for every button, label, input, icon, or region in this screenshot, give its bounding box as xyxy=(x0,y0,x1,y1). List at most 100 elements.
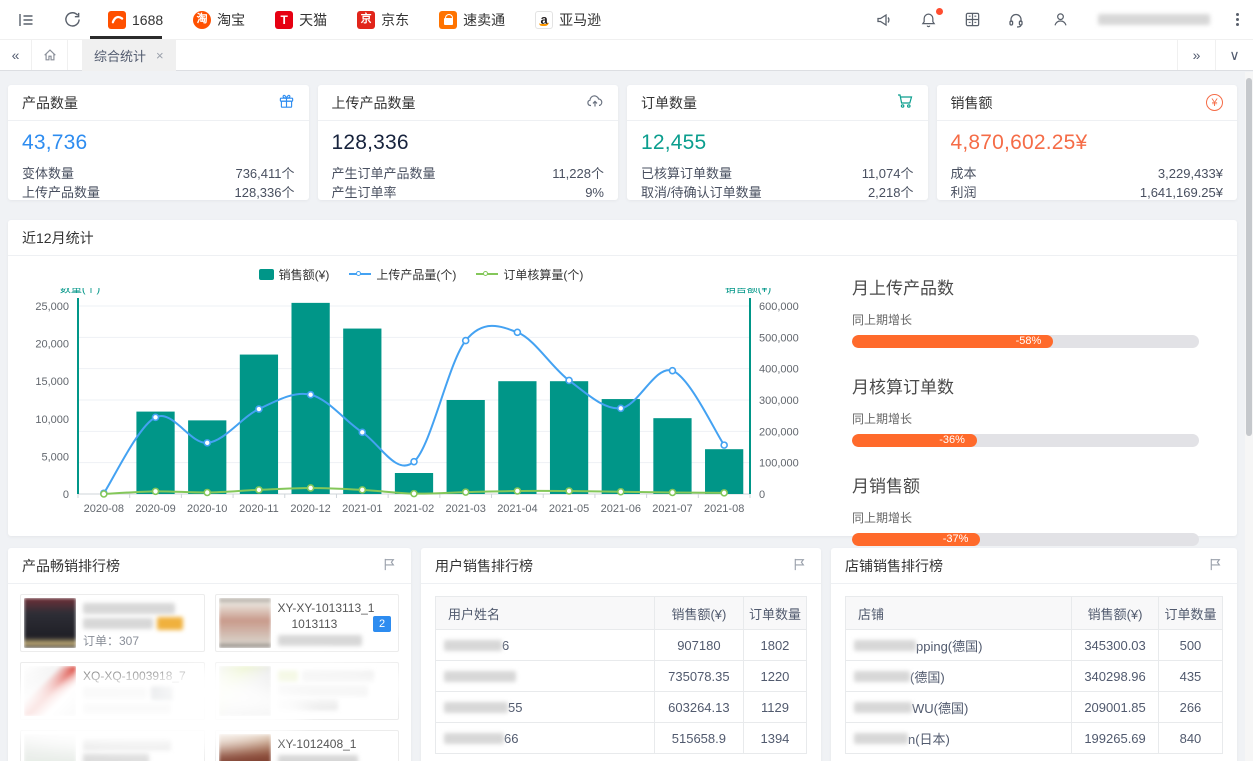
sales-value: 199265.69 xyxy=(1072,723,1159,754)
redacted-text xyxy=(83,603,175,614)
legend-item-2[interactable]: 订单核算量(个) xyxy=(476,266,583,283)
legend-item-1[interactable]: 上传产品量(个) xyxy=(349,266,456,283)
shop-rank-panel: 店铺销售排行榜 店铺 销售额(¥) 订单数量 pping(德国) 345300.… xyxy=(831,548,1237,761)
user-rank-table: 用户姓名 销售额(¥) 订单数量 6 907180 1802 735078.35… xyxy=(435,596,807,754)
product-image xyxy=(219,598,271,648)
dashboard-content: 产品数量 43,736 变体数量736,411个 上传产品数量128,336个 … xyxy=(0,72,1245,761)
legend-item-0[interactable]: 销售额(¥) xyxy=(259,266,330,283)
stat-row-value: 11,228个 xyxy=(552,164,604,183)
marketplace-tab-amazon[interactable]: a 亚马逊 xyxy=(535,0,601,40)
page-scrollbar-track[interactable] xyxy=(1245,72,1253,761)
tabs-dropdown-icon[interactable]: ∨ xyxy=(1215,40,1253,70)
tab-close-icon[interactable]: × xyxy=(156,48,164,63)
progress-fill: -37% xyxy=(852,533,980,546)
stat-row-value: 2,218个 xyxy=(868,183,914,202)
stat-row-label: 产生订单产品数量 xyxy=(332,164,436,183)
orders-value: 1129 xyxy=(743,692,806,723)
stat-card-products: 产品数量 43,736 变体数量736,411个 上传产品数量128,336个 xyxy=(8,85,309,200)
svg-text:2020-10: 2020-10 xyxy=(187,503,227,515)
flag-icon[interactable] xyxy=(1208,557,1223,575)
marketplace-label: 速卖通 xyxy=(463,10,505,30)
marketplace-tab-aliexpress[interactable]: 速卖通 xyxy=(439,0,505,40)
taobao-icon: 淘 xyxy=(193,11,211,29)
redacted-text xyxy=(83,739,171,750)
shop-name-suffix: (德国) xyxy=(910,667,945,686)
flag-icon[interactable] xyxy=(382,557,397,575)
chart-legend: 销售额(¥) 上传产品量(个) 订单核算量(个) xyxy=(12,260,830,288)
flag-icon[interactable] xyxy=(792,557,807,575)
monthly-stats-panel: 近12月统计 销售额(¥)上传产品量(个)订单核算量(个) 05,00010,0… xyxy=(8,220,1237,536)
product-order-count: 订单：307 xyxy=(83,633,198,649)
amazon-icon: a xyxy=(535,11,553,29)
page-tab-bar: « 综合统计 × » ∨ xyxy=(0,40,1253,71)
shop-name-suffix: n(日本) xyxy=(908,729,950,748)
redacted-name xyxy=(854,671,910,682)
table-row: 6 907180 1802 xyxy=(436,630,807,661)
product-card[interactable] xyxy=(215,662,400,720)
sidebar-collapse-icon[interactable] xyxy=(16,10,36,30)
product-count-badge: 2 xyxy=(373,616,391,632)
tab-comprehensive-statistics[interactable]: 综合统计 × xyxy=(82,40,176,71)
stat-card-title: 订单数量 xyxy=(641,93,697,113)
notifications-bell-icon[interactable] xyxy=(918,10,938,30)
growth-sub-label: 同上期增长 xyxy=(852,410,1199,427)
orders-value: 500 xyxy=(1158,630,1222,661)
panel-title: 产品畅销排行榜 xyxy=(22,556,120,576)
growth-sub-label: 同上期增长 xyxy=(852,509,1199,526)
product-image xyxy=(24,666,76,716)
marketplace-tab-jd[interactable]: 京 京东 xyxy=(357,0,409,40)
table-row: 66 515658.9 1394 xyxy=(436,723,807,754)
shop-name-suffix: pping(德国) xyxy=(916,636,982,655)
announcement-icon[interactable] xyxy=(874,10,894,30)
table-row: pping(德国) 345300.03 500 xyxy=(846,630,1223,661)
cloud-upload-icon xyxy=(586,92,604,113)
shop-rank-table: 店铺 销售额(¥) 订单数量 pping(德国) 345300.03 500 (… xyxy=(845,596,1223,754)
redacted-name xyxy=(444,671,516,682)
product-card[interactable] xyxy=(20,730,205,761)
stat-card-sales: 销售额 ¥ 4,870,602.25¥ 成本3,229,433¥ 利润1,641… xyxy=(937,85,1238,200)
support-headset-icon[interactable] xyxy=(1006,10,1026,30)
tabs-scroll-left-icon[interactable]: « xyxy=(0,40,32,70)
apps-grid-icon[interactable] xyxy=(962,10,982,30)
redacted-text xyxy=(83,703,171,714)
redacted-text xyxy=(278,635,362,646)
marketplace-tab-taobao[interactable]: 淘 淘宝 xyxy=(193,0,245,40)
sales-value: 340298.96 xyxy=(1072,661,1159,692)
svg-text:2021-01: 2021-01 xyxy=(342,503,382,515)
notification-dot xyxy=(936,8,943,15)
gift-icon xyxy=(278,93,295,113)
column-header: 销售额(¥) xyxy=(1072,597,1159,630)
tabs-scroll-right-icon[interactable]: » xyxy=(1177,40,1215,70)
sales-value: 735078.35 xyxy=(654,661,743,692)
svg-text:2021-02: 2021-02 xyxy=(394,503,434,515)
table-row: 55 603264.13 1129 xyxy=(436,692,807,723)
stat-row-label: 取消/待确认订单数量 xyxy=(641,183,762,202)
ranking-panels-row: 产品畅销排行榜 订单：307 XY-XY-1013 xyxy=(8,548,1237,761)
redacted-name xyxy=(444,702,508,713)
product-card[interactable]: XY-1012408_1 xyxy=(215,730,400,761)
svg-text:10,000: 10,000 xyxy=(35,414,69,426)
orders-value: 840 xyxy=(1158,723,1222,754)
shop-name-suffix: WU(德国) xyxy=(912,698,968,717)
marketplace-tab-1688[interactable]: 1688 xyxy=(108,0,163,40)
product-card[interactable]: XQ-XQ-1003918_7 xyxy=(20,662,205,720)
home-icon[interactable] xyxy=(32,40,68,70)
more-options-icon[interactable] xyxy=(1236,13,1239,26)
stat-card-orders: 订单数量 12,455 已核算订单数量11,074个 取消/待确认订单数量2,2… xyxy=(627,85,928,200)
svg-text:500,000: 500,000 xyxy=(759,332,799,344)
svg-text:2020-09: 2020-09 xyxy=(135,503,175,515)
growth-title: 月上传产品数 xyxy=(852,274,1199,299)
refresh-icon[interactable] xyxy=(62,10,82,30)
marketplace-tab-tmall[interactable]: T 天猫 xyxy=(275,0,327,40)
growth-sub-label: 同上期增长 xyxy=(852,311,1199,328)
user-icon[interactable] xyxy=(1050,10,1070,30)
marketplace-label: 1688 xyxy=(132,12,163,28)
stat-value: 4,870,602.25¥ xyxy=(951,131,1224,155)
progress-fill: -36% xyxy=(852,434,977,447)
stat-card-title: 上传产品数量 xyxy=(332,93,416,113)
progress-fill: -58% xyxy=(852,335,1053,348)
page-scrollbar-thumb[interactable] xyxy=(1246,78,1252,436)
product-card[interactable]: XY-XY-1013113_1 1013113 2 xyxy=(215,594,400,652)
product-card[interactable]: 订单：307 xyxy=(20,594,205,652)
stat-row-value: 3,229,433¥ xyxy=(1158,164,1223,183)
